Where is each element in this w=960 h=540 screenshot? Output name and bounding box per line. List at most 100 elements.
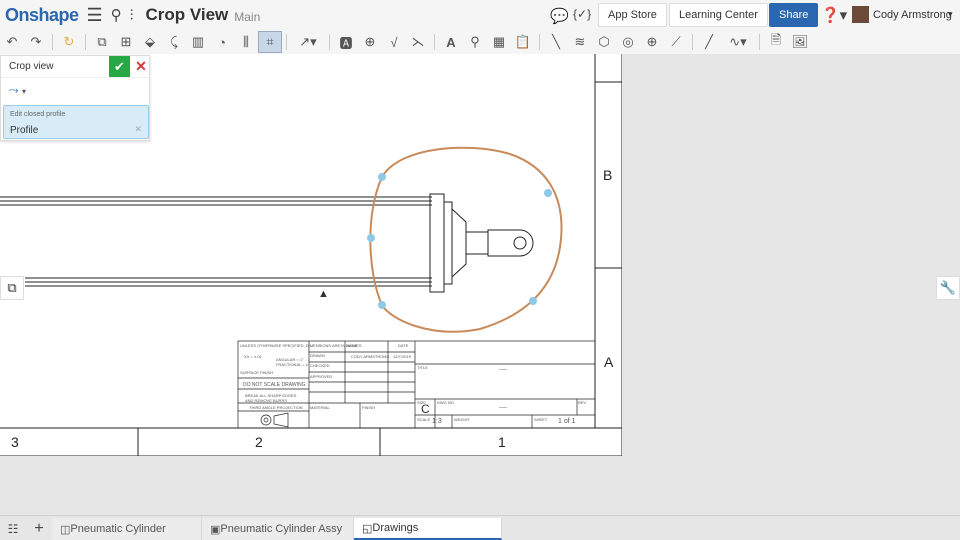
insert-icon[interactable]: ⫶ [130, 7, 134, 24]
tab-drawings[interactable]: ◱ Drawings [354, 518, 502, 540]
learning-center-button[interactable]: Learning Center [669, 3, 768, 27]
center-mark-icon[interactable]: ◎ [616, 31, 640, 53]
drawing-icon: ◱ [362, 522, 373, 535]
divider [329, 34, 330, 50]
help-icon[interactable]: ❓▾ [821, 6, 847, 24]
detail-view-icon[interactable]: ⤹ [162, 31, 186, 53]
divider [539, 34, 540, 50]
divider [286, 34, 287, 50]
table-icon[interactable]: ▦ [487, 31, 511, 53]
user-menu[interactable]: Cody Armstrong [873, 9, 952, 21]
scale-label: SCALE [417, 417, 431, 422]
image-icon[interactable]: 🖼 [788, 31, 812, 53]
rev-label: REV [578, 400, 587, 405]
tab-manager-icon[interactable]: ☷ [0, 518, 26, 540]
zone-label: 2 [255, 434, 263, 450]
assembly-icon: ▣ [210, 523, 221, 536]
views-panel-icon[interactable]: ⧉ [0, 276, 24, 300]
comment-icon[interactable]: 💬 [550, 7, 569, 25]
note-icon[interactable]: 🅰 [334, 31, 358, 53]
bolt-circle-icon[interactable]: ⊕ [640, 31, 664, 53]
surface-finish: SURFACE FINISH [240, 370, 274, 375]
dwg-no-label: DWG NO [437, 400, 454, 405]
redo-icon[interactable]: ↷ [24, 31, 48, 53]
datum-icon[interactable]: ⬡ [592, 31, 616, 53]
cancel-button[interactable]: ✕ [132, 56, 150, 77]
bom-icon[interactable]: 📋 [511, 31, 535, 53]
mouse-cursor-icon: ▲ [318, 288, 329, 300]
line-icon[interactable]: ╲ [544, 31, 568, 53]
regen-icon[interactable]: ↻ [57, 31, 81, 53]
menu-icon[interactable]: ☰ [87, 5, 103, 26]
fractional-tolerance: FRACTIONAL = ± [276, 362, 308, 367]
spline-icon[interactable]: ∿▾ [721, 31, 755, 53]
approved-label: APPROVED [310, 374, 333, 379]
crop-view-icon[interactable]: ⌗ [258, 31, 282, 53]
avatar[interactable] [852, 6, 869, 23]
centerline-icon[interactable]: ↗▾ [291, 31, 325, 53]
profile-selection-field[interactable]: Edit closed profile Profile ✕ [3, 105, 149, 139]
wrench-icon[interactable]: 🔧 [936, 276, 960, 300]
confirm-button[interactable]: ✔ [109, 56, 130, 77]
callout-icon[interactable]: ⚲ [463, 31, 487, 53]
divider [692, 34, 693, 50]
app-store-button[interactable]: App Store [598, 3, 667, 27]
profile-handle[interactable] [529, 297, 537, 305]
add-tab-icon[interactable]: + [26, 518, 52, 540]
projection-note: THIRD ANGLE PROJECTION [249, 405, 303, 410]
workspace-label[interactable]: Main [234, 10, 260, 24]
sheet-label: SHEET [534, 417, 548, 422]
document-title[interactable]: Crop View [145, 5, 228, 25]
tab-label: Drawings [372, 522, 419, 534]
divider [85, 34, 86, 50]
auxiliary-view-icon[interactable]: ⬙ [138, 31, 162, 53]
weld-icon[interactable]: ⋋ [406, 31, 430, 53]
text-icon[interactable]: A [439, 31, 463, 53]
crop-view-dialog: Crop view ✔ ✕ ⤳ ▾ Edit closed profile Pr… [0, 55, 150, 141]
spline-tool-icon[interactable]: ⤳ ▾ [9, 83, 26, 98]
clear-icon[interactable]: ✕ [134, 124, 142, 135]
variables-icon[interactable]: {✓} [573, 7, 591, 21]
section-view-icon[interactable]: ▥ [186, 31, 210, 53]
profile-handle[interactable] [544, 189, 552, 197]
title-placeholder: ---- [499, 367, 507, 373]
export-dxf-icon[interactable]: 🗎 [764, 31, 788, 53]
sketch-line-icon[interactable]: ╱ [697, 31, 721, 53]
onshape-logo[interactable]: Onshape [5, 5, 79, 26]
share-button[interactable]: Share [769, 3, 819, 27]
chamfer-icon[interactable]: ⟋ [664, 31, 688, 53]
tab-bar: ☷ + ◫ Pneumatic Cylinder ▣ Pneumatic Cyl… [0, 515, 960, 540]
divider [434, 34, 435, 50]
break-view-icon[interactable]: ◔ [210, 31, 234, 53]
profile-handle[interactable] [367, 234, 375, 242]
dwg-no-value: ---- [499, 405, 507, 411]
size-value: C [421, 402, 430, 416]
chevron-down-icon[interactable]: ▾ [948, 9, 953, 20]
tab-label: Pneumatic Cylinder Assy [220, 523, 343, 535]
drawn-name: CODY ARMSTRONG [351, 354, 390, 359]
surface-finish-icon[interactable]: √ [382, 31, 406, 53]
date-header: DATE [398, 343, 409, 348]
profile-handle[interactable] [378, 173, 386, 181]
projected-view-icon[interactable]: ⊞ [114, 31, 138, 53]
weight-label: WEIGHT [454, 417, 470, 422]
divider [52, 34, 53, 50]
gdt-icon[interactable]: ⊕ [358, 31, 382, 53]
drawing-toolbar: ↶ ↷ ↻ ⧉ ⊞ ⬙ ⤹ ▥ ◔ ⫼ ⌗ ↗▾ 🅰 ⊕ √ ⋋ A ⚲ ▦ 📋… [0, 30, 960, 54]
tab-pneumatic-cylinder[interactable]: ◫ Pneumatic Cylinder [52, 518, 202, 540]
tab-pneumatic-cylinder-assy[interactable]: ▣ Pneumatic Cylinder Assy [202, 518, 354, 540]
profile-handle[interactable] [378, 301, 386, 309]
zone-label: 1 [498, 434, 506, 450]
zone-label: 3 [11, 434, 19, 450]
undo-icon[interactable]: ↶ [0, 31, 24, 53]
field-value: Profile [10, 125, 39, 136]
scale-value: 1:3 [432, 418, 442, 425]
checked-label: CHECKED [310, 363, 330, 368]
insert-view-icon[interactable]: ⧉ [90, 31, 114, 53]
top-bar: Onshape ☰ ⚲ ⫶ Crop View Main 💬 {✓} App S… [0, 0, 960, 30]
finish-label: FINISH [362, 405, 376, 410]
hatch-icon[interactable]: ≋ [568, 31, 592, 53]
alignment-icon[interactable]: ⫼ [234, 31, 258, 53]
field-label: Edit closed profile [10, 111, 66, 118]
feature-list-icon[interactable]: ⚲ [111, 6, 122, 24]
